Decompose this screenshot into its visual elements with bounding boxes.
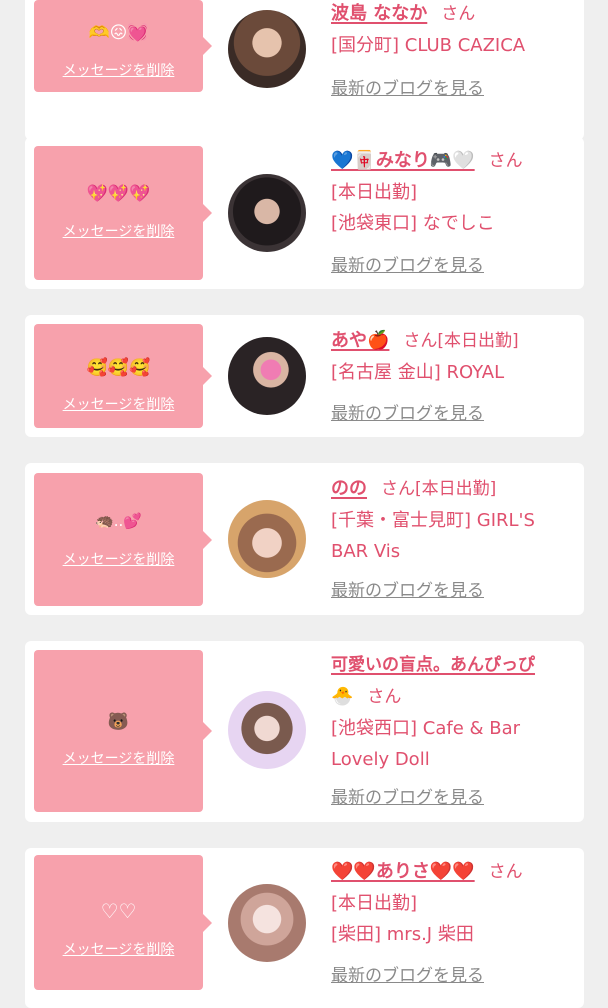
message-card: 🐻 メッセージを削除 可愛いの盲点。あんぴっぴ 🐣 さん [池袋西口] Cafe … — [25, 641, 584, 822]
message-bubble: 🫶😖💓 メッセージを削除 — [34, 0, 212, 92]
honorific: さん — [441, 4, 476, 24]
message-emoji: 🫶😖💓 — [88, 23, 149, 43]
work-status: [本日出勤] — [331, 893, 418, 914]
message-emoji: 💖💖💖 — [86, 184, 151, 204]
latest-blog-link[interactable]: 最新のブログを見る — [331, 404, 484, 424]
message-card: 💖💖💖 メッセージを削除 💙🀄みなり🎮🤍 さん [本日出勤] [池袋東口] なでし… — [25, 137, 584, 289]
message-bubble: 🐻 メッセージを削除 — [34, 650, 212, 812]
shop-info: [柴田] mrs.J 柴田 — [331, 924, 474, 945]
shop-info: [国分町] CLUB CAZICA — [331, 35, 526, 56]
message-card: 🥰🥰🥰 メッセージを削除 あや🍎 さん[本日出勤] [名古屋 金山] ROYAL … — [25, 315, 584, 437]
message-card: 🫶😖💓 メッセージを削除 波島 ななか さん [国分町] CLUB CAZICA … — [25, 0, 584, 140]
delete-message-link[interactable]: メッセージを削除 — [34, 396, 203, 414]
latest-blog-link[interactable]: 最新のブログを見る — [331, 79, 484, 99]
latest-blog-link[interactable]: 最新のブログを見る — [331, 256, 484, 276]
message-card: 🦔..💕 メッセージを削除 のの さん[本日出勤] [千葉・富士見町] GIRL'… — [25, 463, 584, 615]
cast-name-link[interactable]: 可愛いの盲点。あんぴっぴ — [331, 655, 535, 675]
delete-message-link[interactable]: メッセージを削除 — [34, 62, 203, 80]
shop-info-cont: BAR Vis — [331, 541, 401, 562]
work-status: [本日出勤] — [415, 479, 497, 499]
message-bubble: 🦔..💕 メッセージを削除 — [34, 473, 212, 606]
delete-message-link[interactable]: メッセージを削除 — [34, 941, 203, 959]
shop-info: [池袋西口] Cafe & Bar — [331, 718, 521, 739]
message-emoji: ♡♡ — [100, 899, 137, 923]
honorific: さん — [367, 687, 402, 707]
avatar[interactable] — [228, 10, 306, 88]
cast-name-link[interactable]: のの — [331, 478, 367, 499]
message-bubble: 🥰🥰🥰 メッセージを削除 — [34, 324, 212, 428]
cast-name-link[interactable]: 💙🀄みなり🎮🤍 — [331, 150, 475, 171]
delete-message-link[interactable]: メッセージを削除 — [34, 750, 203, 768]
work-status: [本日出勤] — [437, 331, 519, 351]
message-emoji: 🥰🥰🥰 — [86, 358, 151, 378]
avatar[interactable] — [228, 884, 306, 962]
cast-name-link[interactable]: ❤️❤️ありさ❤️❤️ — [331, 861, 475, 882]
shop-info: [千葉・富士見町] GIRL'S — [331, 510, 535, 531]
latest-blog-link[interactable]: 最新のブログを見る — [331, 581, 484, 601]
avatar[interactable] — [228, 337, 306, 415]
message-bubble: 💖💖💖 メッセージを削除 — [34, 146, 212, 280]
shop-info: [池袋東口] なでしこ — [331, 213, 495, 234]
honorific: さん — [403, 331, 438, 351]
avatar[interactable] — [228, 500, 306, 578]
delete-message-link[interactable]: メッセージを削除 — [34, 223, 203, 241]
latest-blog-link[interactable]: 最新のブログを見る — [331, 966, 484, 986]
cast-name-link[interactable]: 波島 ななか — [331, 3, 427, 24]
cast-name-link[interactable]: あや🍎 — [331, 330, 389, 351]
message-emoji: 🐻 — [107, 712, 130, 732]
honorific: さん — [381, 479, 415, 499]
name-emoji: 🐣 — [331, 686, 354, 707]
message-bubble: ♡♡ メッセージを削除 — [34, 855, 212, 990]
latest-blog-link[interactable]: 最新のブログを見る — [331, 788, 484, 808]
honorific: さん — [488, 862, 523, 882]
honorific: さん — [488, 151, 523, 171]
delete-message-link[interactable]: メッセージを削除 — [34, 551, 203, 569]
avatar[interactable] — [228, 174, 306, 252]
shop-info-cont: Lovely Doll — [331, 749, 430, 770]
shop-info: [名古屋 金山] ROYAL — [331, 362, 505, 383]
avatar[interactable] — [228, 691, 306, 769]
message-emoji: 🦔..💕 — [95, 512, 142, 530]
message-card: ♡♡ メッセージを削除 ❤️❤️ありさ❤️❤️ さん [本日出勤] [柴田] mr… — [25, 848, 584, 1008]
work-status: [本日出勤] — [331, 182, 418, 203]
